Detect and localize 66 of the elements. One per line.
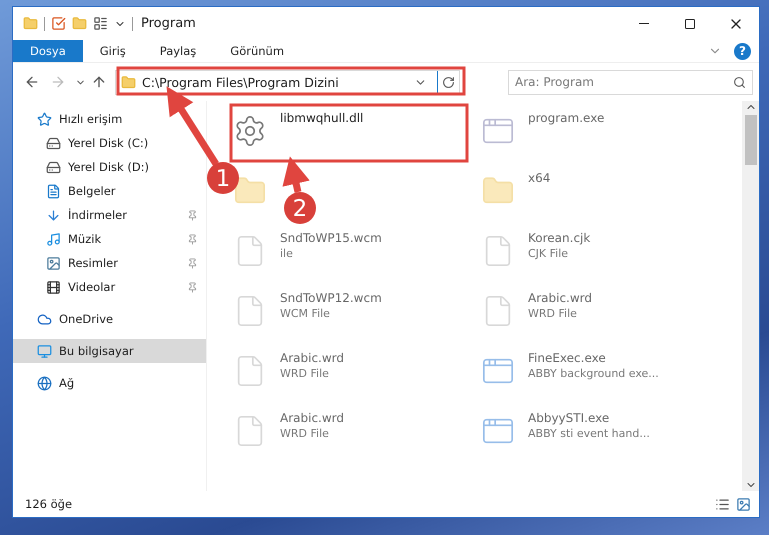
- minimize-icon: [639, 23, 649, 24]
- sidebar-item[interactable]: Hızlı erişim: [13, 107, 130, 131]
- file-type: WCM File: [280, 307, 331, 320]
- file-type: CJK File: [528, 247, 570, 260]
- file-name[interactable]: program.exe: [528, 111, 604, 125]
- file-name[interactable]: Arabic.wrd: [280, 351, 344, 365]
- help-button[interactable]: ?: [734, 42, 751, 60]
- download-arrow-icon: [46, 208, 61, 222]
- scroll-thumb[interactable]: [744, 115, 756, 165]
- music-note-icon: [46, 232, 61, 246]
- scrollbar[interactable]: [742, 101, 759, 491]
- thumbnail-view-icon[interactable]: [736, 496, 751, 512]
- file-name[interactable]: SndToWP12.wcm: [280, 291, 382, 305]
- file-type: WRD File: [280, 367, 330, 380]
- window-title: Program: [141, 16, 196, 31]
- file-name[interactable]: x64: [528, 171, 550, 185]
- star-icon: [37, 112, 52, 126]
- drive-icon: [46, 160, 61, 174]
- properties-icon[interactable]: [93, 16, 108, 31]
- sidebar-item[interactable]: Bu bilgisayar: [13, 339, 206, 363]
- sidebar-item[interactable]: İndirmeler: [13, 203, 206, 227]
- step-badge: 1: [207, 162, 239, 194]
- file-name[interactable]: Arabic.wrd: [280, 411, 344, 425]
- sidebar-item[interactable]: Videolar: [13, 275, 206, 299]
- sidebar-item[interactable]: Müzik: [13, 227, 206, 251]
- file-type: ABBY sti event hand...: [528, 427, 650, 440]
- sidebar-item[interactable]: Belgeler: [13, 179, 124, 203]
- file-name[interactable]: Arabic.wrd: [528, 291, 592, 305]
- refresh-icon: [442, 76, 455, 88]
- callout-arrow: [282, 156, 310, 193]
- drive-icon: [46, 136, 61, 150]
- ribbon-tab[interactable]: Dosya: [13, 40, 83, 62]
- file-name[interactable]: FineExec.exe: [528, 351, 659, 365]
- search-field[interactable]: Ara: Program: [508, 70, 753, 94]
- step-badge: 2: [284, 192, 316, 224]
- document-icon: [46, 184, 61, 198]
- sidebar-item[interactable]: Yerel Disk (D:): [13, 155, 158, 179]
- address-field[interactable]: C:\Program Files\Program Dizini: [115, 70, 460, 94]
- ribbon-tab[interactable]: Görünüm: [213, 40, 302, 62]
- folder-icon: [121, 74, 136, 90]
- cloud-icon: [37, 312, 52, 326]
- file-name[interactable]: libmwqhull.dll: [280, 111, 364, 125]
- file-type: WRD File: [528, 307, 578, 320]
- sidebar-item[interactable]: Yerel Disk (C:): [13, 131, 156, 155]
- file-name[interactable]: SndToWP15.wcm: [280, 231, 382, 245]
- ribbon-tab[interactable]: Paylaş: [142, 40, 214, 62]
- file-name[interactable]: Korean.cjk: [528, 231, 590, 245]
- monitor-icon: [37, 344, 52, 358]
- ribbon-tab[interactable]: Giriş: [82, 40, 143, 62]
- folder-icon[interactable]: [72, 16, 87, 31]
- checklist-icon[interactable]: [51, 16, 66, 31]
- sidebar-item[interactable]: Ağ: [13, 371, 82, 395]
- file-type: WRD File: [280, 427, 330, 440]
- details-view-icon[interactable]: [715, 496, 730, 512]
- item-count: 126 öğe: [25, 497, 72, 511]
- film-icon: [46, 280, 61, 294]
- picture-icon: [46, 256, 61, 270]
- file-type: ile: [280, 247, 294, 260]
- folder-icon[interactable]: [23, 16, 38, 31]
- sidebar-item[interactable]: Resimler: [13, 251, 206, 275]
- search-icon: [733, 76, 746, 88]
- file-type: ABBY background exe...: [528, 367, 659, 380]
- network-icon: [37, 376, 52, 390]
- sidebar-item[interactable]: OneDrive: [13, 307, 122, 331]
- file-name[interactable]: AbbyySTI.exe: [528, 411, 650, 425]
- maximize-icon: [684, 18, 696, 30]
